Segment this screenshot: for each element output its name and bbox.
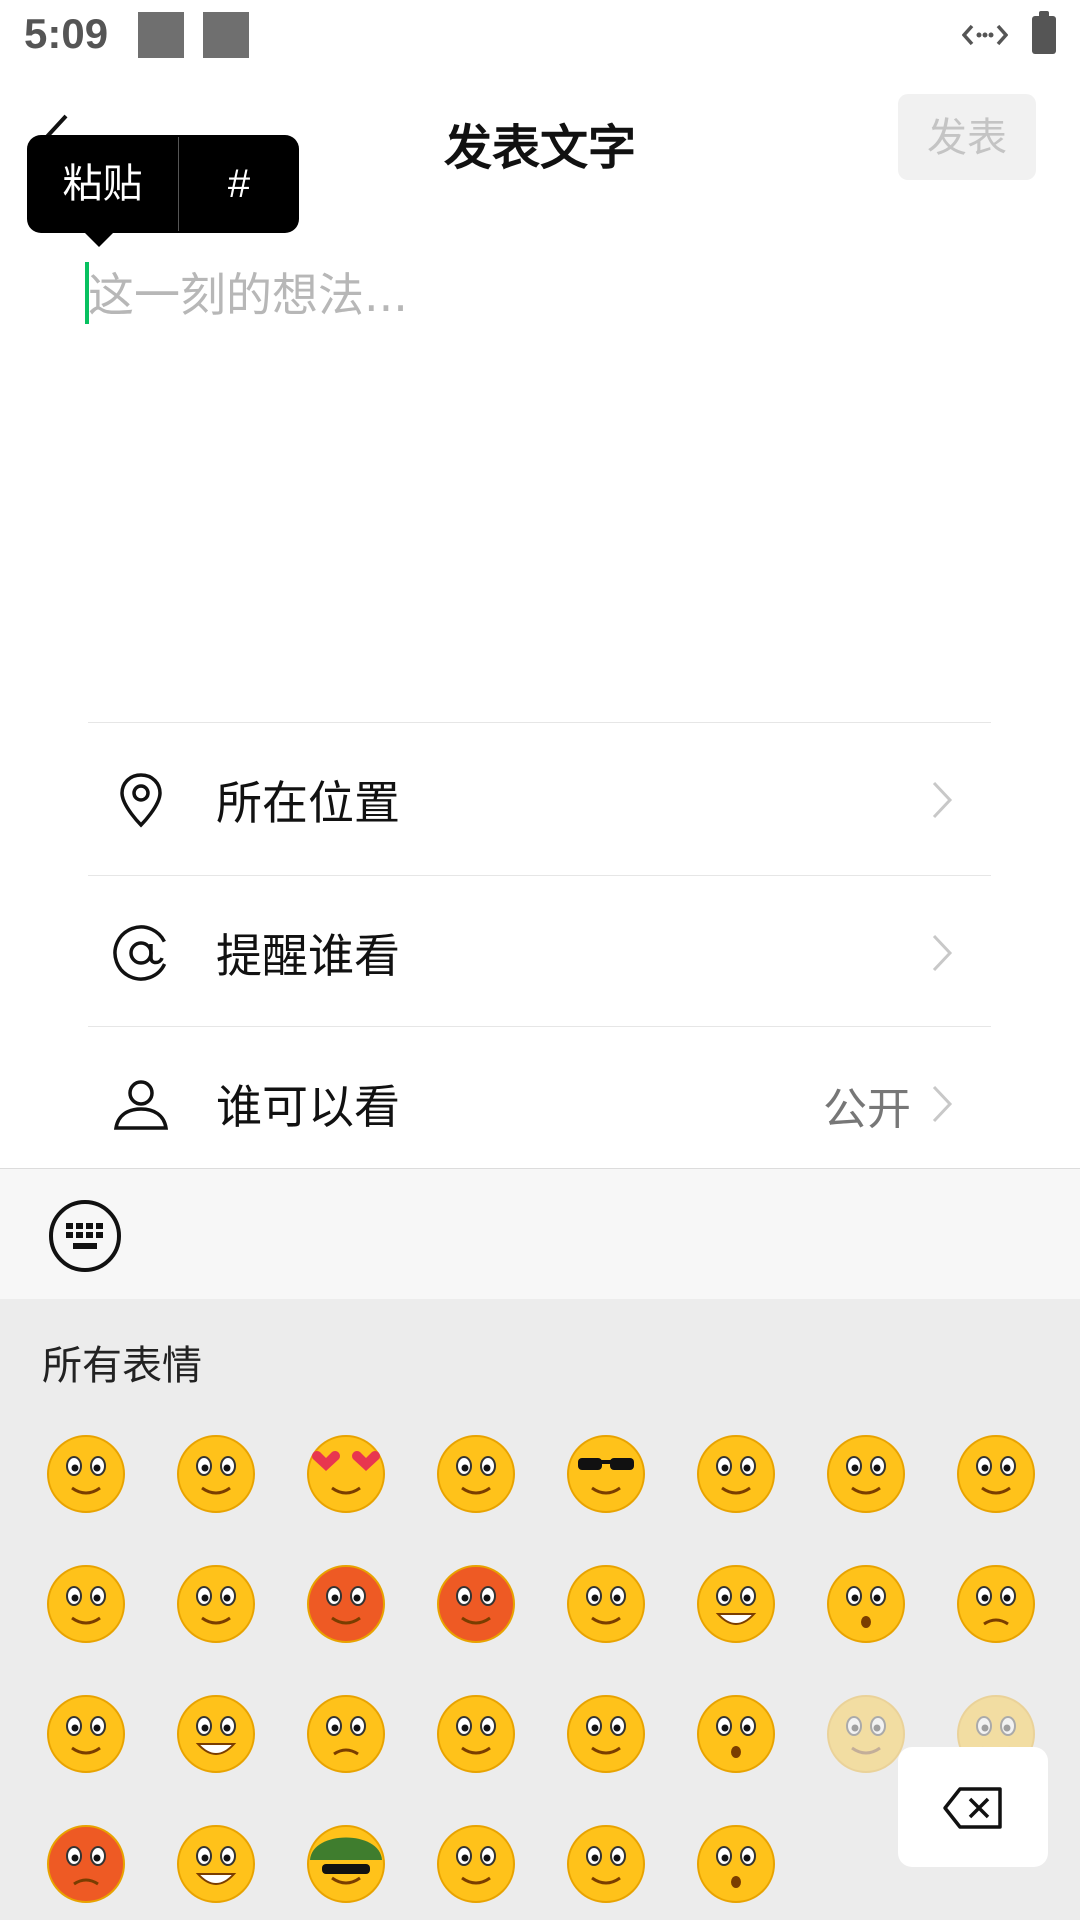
emoji-sad[interactable] xyxy=(954,1560,1038,1644)
chevron-right-icon xyxy=(932,781,953,819)
visibility-row[interactable]: 谁可以看 公开 xyxy=(88,1029,991,1179)
emoji-grin[interactable] xyxy=(694,1560,778,1644)
emoji-silent[interactable] xyxy=(954,1430,1038,1514)
location-pin-icon xyxy=(120,773,162,828)
emoji-tears[interactable] xyxy=(174,1560,258,1644)
input-toolbar xyxy=(0,1168,1080,1300)
emoji-surprised[interactable] xyxy=(824,1560,908,1644)
notification-square-icon xyxy=(138,12,184,58)
emoji-smile[interactable] xyxy=(44,1430,128,1514)
status-time: 5:09 xyxy=(24,10,109,57)
emoji-crying[interactable] xyxy=(694,1430,778,1514)
emoji-grimace[interactable] xyxy=(174,1430,258,1514)
emoji-skeptical-faded[interactable] xyxy=(824,1690,908,1774)
emoji-sleepy[interactable] xyxy=(44,1560,128,1644)
chevron-right-icon xyxy=(932,1085,953,1123)
paste-menu-item[interactable]: 粘贴 xyxy=(27,135,178,233)
emoji-chuckle[interactable] xyxy=(174,1820,258,1904)
notification-square-icon xyxy=(203,12,249,58)
emoji-laugh[interactable] xyxy=(174,1690,258,1774)
emoji-cool[interactable] xyxy=(564,1430,648,1514)
data-transfer-icon xyxy=(962,24,1008,46)
visibility-value: 公开 xyxy=(823,1084,911,1135)
emoji-sob[interactable] xyxy=(434,1820,518,1904)
publish-button[interactable]: 发表 xyxy=(898,94,1036,180)
emoji-heart-eyes[interactable] xyxy=(304,1430,388,1514)
chevron-right-icon xyxy=(932,934,953,972)
emoji-speechless[interactable] xyxy=(694,1690,778,1774)
emoji-angry[interactable] xyxy=(434,1560,518,1644)
emoji-confused[interactable] xyxy=(564,1820,648,1904)
divider xyxy=(88,875,991,876)
divider xyxy=(88,1026,991,1027)
backspace-icon xyxy=(943,1787,1002,1829)
emoji-blush[interactable] xyxy=(44,1690,128,1774)
location-label: 所在位置 xyxy=(216,776,400,830)
post-text-input[interactable]: 这一刻的想法... xyxy=(88,262,988,332)
at-icon xyxy=(113,925,169,981)
emoji-soldier[interactable] xyxy=(304,1820,388,1904)
emoji-panel: 所有表情 xyxy=(0,1299,1080,1920)
battery-icon xyxy=(1032,11,1056,54)
emoji-sweat[interactable] xyxy=(304,1560,388,1644)
emoji-happy[interactable] xyxy=(564,1690,648,1774)
paste-popup: 粘贴 # xyxy=(27,135,299,247)
emoji-shush[interactable] xyxy=(694,1820,778,1904)
emoji-cursing[interactable] xyxy=(44,1820,128,1904)
mention-row[interactable]: 提醒谁看 xyxy=(88,878,991,1028)
emoji-shy[interactable] xyxy=(824,1430,908,1514)
emoji-panel-title: 所有表情 xyxy=(42,1343,202,1389)
visibility-label: 谁可以看 xyxy=(216,1080,400,1134)
location-row[interactable]: 所在位置 xyxy=(88,725,991,875)
delete-button[interactable] xyxy=(898,1747,1048,1867)
emoji-stare[interactable] xyxy=(434,1430,518,1514)
mention-label: 提醒谁看 xyxy=(216,929,400,983)
emoji-thinking[interactable] xyxy=(434,1690,518,1774)
emoji-tongue[interactable] xyxy=(564,1560,648,1644)
divider xyxy=(88,722,991,723)
hashtag-menu-item[interactable]: # xyxy=(179,135,299,233)
keyboard-icon[interactable] xyxy=(48,1199,122,1273)
person-icon xyxy=(113,1080,169,1130)
emoji-queasy[interactable] xyxy=(304,1690,388,1774)
status-bar: 5:09 xyxy=(0,0,1080,72)
